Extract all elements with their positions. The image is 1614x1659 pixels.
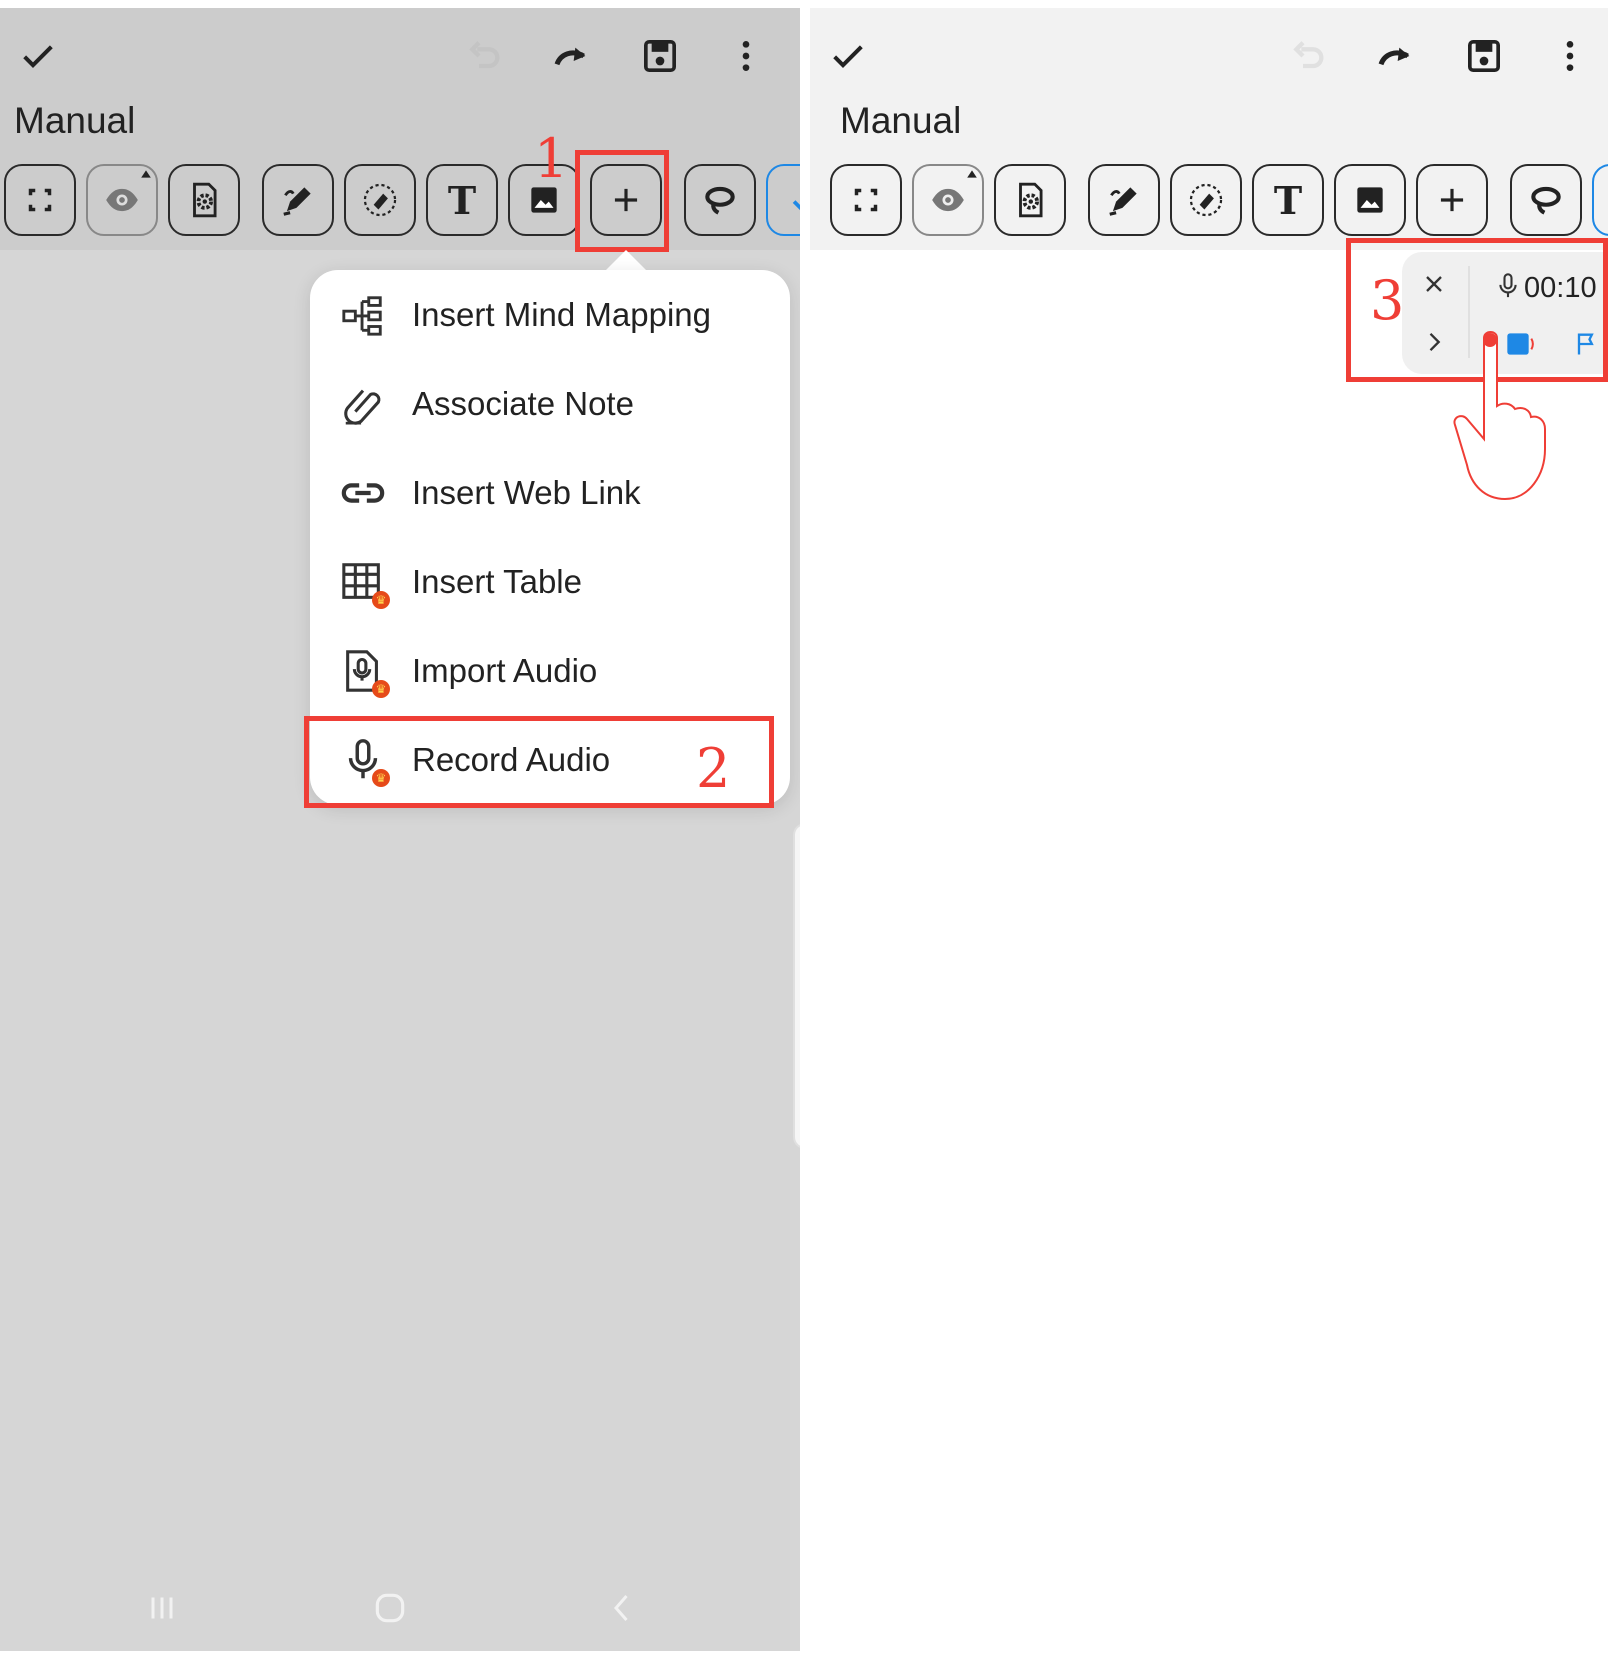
eye-tool[interactable] [86,164,158,236]
lasso-tool[interactable] [1510,164,1582,236]
document-title: Manual [14,100,136,141]
mind-map-icon [340,292,386,338]
pen-icon [1109,187,1137,216]
recents-icon[interactable] [132,1578,192,1638]
side-handle[interactable] [793,823,800,1149]
text-tool[interactable]: T [1252,164,1324,236]
text-tool[interactable]: T [426,164,498,236]
pen-tool[interactable] [262,164,334,236]
step-1-label: 1 [534,127,569,190]
expand-indicator-icon [967,170,977,178]
premium-badge-icon: ♛ [372,679,390,698]
page-settings-tool[interactable] [168,164,240,236]
insert-down-tool[interactable] [766,164,800,236]
text-icon: T [1273,177,1303,223]
insert-down-tool[interactable] [1592,164,1608,236]
add-tool[interactable] [1416,164,1488,236]
step-1-highlight [575,150,669,252]
paperclip-icon [340,381,386,427]
page-settings-tool[interactable] [994,164,1066,236]
arrow-down-icon [792,200,800,211]
pointing-hand-icon [1453,331,1546,501]
menu-item-label: Import Audio [412,651,598,689]
lasso-tool[interactable] [684,164,756,236]
eraser-tool[interactable] [1170,164,1242,236]
undo-icon[interactable] [1286,34,1330,78]
menu-item-label: Insert Mind Mapping [412,295,711,333]
table-icon: ♛ [340,559,390,609]
fit-screen-icon [854,188,878,212]
more-vertical-icon[interactable] [1548,34,1592,78]
eye-icon [106,188,138,212]
menu-item-label: Insert Web Link [412,473,641,511]
expand-indicator-icon [141,170,151,178]
left-screenshot: Manual T 1 Insert Mind Mapping Associate… [0,8,800,1651]
more-vertical-icon[interactable] [724,34,768,78]
check-icon[interactable] [16,34,60,78]
eraser-tool[interactable] [344,164,416,236]
step-3-label: 3 [1370,269,1405,332]
eraser-icon [1189,183,1223,217]
menu-item-insert-web-link[interactable]: Insert Web Link [310,448,790,537]
menu-item-insert-mind-mapping[interactable]: Insert Mind Mapping [310,270,790,359]
image-tool[interactable] [1334,164,1406,236]
eye-icon [932,188,964,212]
pen-tool[interactable] [1088,164,1160,236]
menu-item-label: Associate Note [412,384,634,422]
check-icon[interactable] [826,34,870,78]
back-icon[interactable] [592,1578,652,1638]
undo-icon[interactable] [462,34,506,78]
toolbar: T [830,164,1608,240]
redo-icon[interactable] [1374,34,1418,78]
eye-tool[interactable] [912,164,984,236]
right-screenshot: Manual T 00:10 3 [810,8,1608,1651]
toolbar: T [4,164,800,240]
menu-pointer [604,250,648,272]
save-icon[interactable] [1462,34,1506,78]
lasso-icon [705,186,735,215]
menu-item-label: Insert Table [412,562,582,600]
save-icon[interactable] [638,34,682,78]
page-settings-icon [1019,182,1043,218]
premium-badge-icon: ♛ [372,590,390,609]
fit-screen-icon [28,188,52,212]
step-2-label: 2 [696,737,731,800]
lasso-icon [1531,186,1561,215]
fit-screen-tool[interactable] [830,164,902,236]
add-icon [1440,188,1464,212]
image-icon [1357,187,1383,213]
menu-item-associate-note[interactable]: Associate Note [310,359,790,448]
document-title: Manual [840,100,962,141]
fit-screen-tool[interactable] [4,164,76,236]
text-icon: T [447,177,477,223]
page-settings-icon [193,182,217,218]
link-icon [340,470,386,516]
audio-file-icon: ♛ [340,648,390,698]
menu-item-import-audio[interactable]: ♛ Import Audio [310,626,790,715]
menu-item-insert-table[interactable]: ♛ Insert Table [310,537,790,626]
redo-icon[interactable] [550,34,594,78]
android-nav-bar [0,1568,800,1648]
home-icon[interactable] [360,1578,420,1638]
pen-icon [283,187,311,216]
eraser-icon [363,183,397,217]
